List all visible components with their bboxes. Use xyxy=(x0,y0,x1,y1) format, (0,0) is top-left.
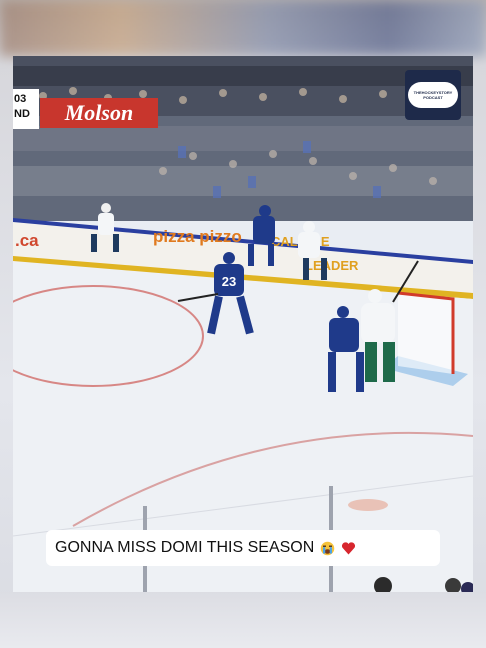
caption-box: GONNA MISS DOMI THIS SEASON xyxy=(46,530,440,566)
blurred-background-top xyxy=(0,0,486,56)
goal-net xyxy=(397,291,455,374)
molson-text: Molson xyxy=(64,100,133,125)
ad-leader: LEADER xyxy=(305,258,359,273)
loudly-crying-face-icon xyxy=(321,541,335,555)
video-frame[interactable]: Molson .ca pizza pizzo CALL-ME LEADER xyxy=(13,56,473,592)
podcast-logo-text: THEHOCKEYSTORY PODCAST xyxy=(408,82,458,108)
hockey-scene: Molson .ca pizza pizzo CALL-ME LEADER xyxy=(13,56,473,592)
red-heart-icon xyxy=(342,541,356,554)
ad-pizza: pizza pizzo xyxy=(153,227,242,246)
caption-text: GONNA MISS DOMI THIS SEASON xyxy=(55,539,315,556)
blurred-background-bottom xyxy=(0,592,486,648)
scoreboard-badge: 03 ND xyxy=(13,89,39,129)
score-line-1: 03 xyxy=(14,93,27,105)
podcast-logo: THEHOCKEYSTORY PODCAST xyxy=(405,70,461,120)
jersey-number: 23 xyxy=(222,274,236,289)
score-line-2: ND xyxy=(14,108,30,120)
ad-ca: .ca xyxy=(15,231,39,250)
